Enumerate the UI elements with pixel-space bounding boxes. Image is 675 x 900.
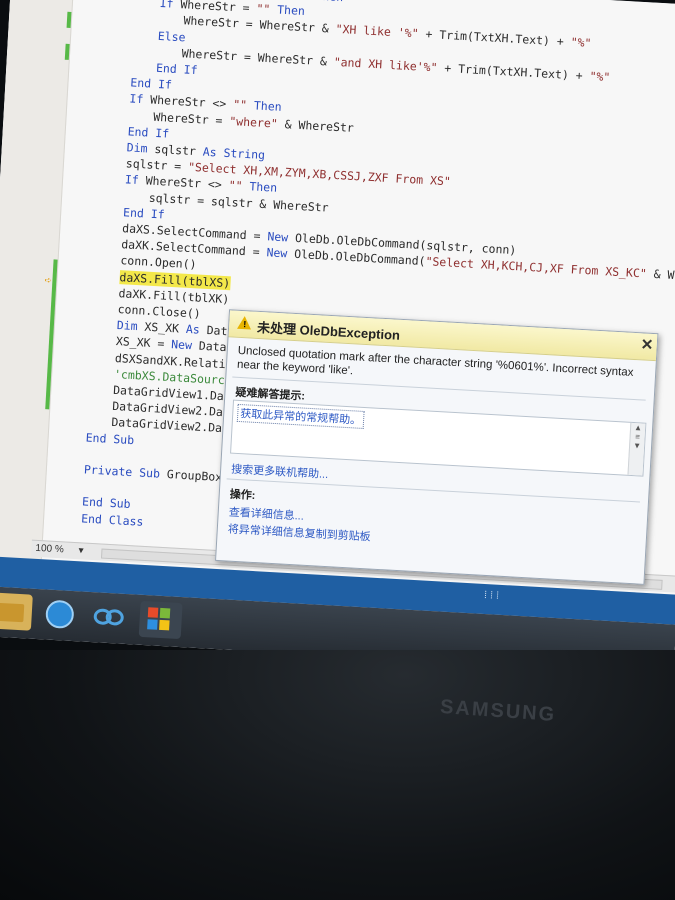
- tips-scrollbar[interactable]: ▲ ≡ ▼: [627, 422, 646, 476]
- monitor-screen: ➪ If Trim(TxtXH.Text) <> "" ThenIf Where…: [0, 0, 675, 675]
- divider: [226, 478, 641, 503]
- code-keyword: End If: [127, 124, 170, 141]
- code-string: "and XH like'%": [333, 54, 438, 75]
- code-token: & WH: [653, 267, 675, 283]
- code-token: XS_XK =: [115, 334, 172, 352]
- code-keyword: Else: [157, 28, 186, 44]
- code-keyword: End If: [122, 205, 166, 222]
- code-keyword: End If: [155, 60, 198, 78]
- code-keyword: End Sub: [81, 494, 131, 512]
- code-token: + Trim(TxtXH.Text) +: [437, 60, 590, 83]
- code-keyword: End Sub: [85, 430, 135, 447]
- code-string: "%": [589, 68, 611, 84]
- warning-icon-mark: !: [243, 319, 247, 330]
- code-string: "": [232, 97, 248, 113]
- copy-exception-link[interactable]: 将异常详细信息复制到剪贴板: [227, 521, 371, 545]
- code-keyword: Dim: [126, 140, 155, 156]
- code-token: WhereStr = WhereStr &: [181, 46, 335, 69]
- sync-app-icon[interactable]: [37, 595, 81, 633]
- code-token: & WhereStr: [277, 116, 355, 135]
- code-token: + Trim(TxtXH.Text) +: [418, 26, 572, 50]
- code-line[interactable]: WhereStr = WhereStr & "XH like '%" + Tri…: [183, 13, 592, 52]
- code-token: sqlstr = sqlstr & WhereStr: [148, 190, 329, 215]
- actions-heading: 操作:: [229, 488, 256, 503]
- code-keyword: If: [124, 172, 147, 188]
- exception-dialog: ! 未处理 OleDbException ✕ Unclosed quotatio…: [215, 309, 659, 585]
- code-line[interactable]: Private Sub GroupBox1_: [83, 461, 237, 485]
- code-keyword: Dim: [116, 318, 145, 334]
- code-keyword: New: [266, 245, 295, 261]
- code-keyword: New: [170, 337, 200, 354]
- code-keyword: If: [129, 91, 151, 107]
- code-string: "where": [229, 113, 279, 131]
- dialog-title: 未处理 OleDbException: [256, 319, 401, 343]
- close-icon[interactable]: ✕: [640, 335, 654, 354]
- code-string: "Select XH,KCH,CJ,XF From XS_KC": [425, 254, 648, 281]
- zoom-dropdown-icon[interactable]: ▾: [78, 545, 84, 556]
- code-keyword: If: [159, 0, 181, 12]
- general-help-link[interactable]: 获取此异常的常规帮助。: [236, 403, 365, 429]
- monitor-bezel: [0, 650, 675, 900]
- code-keyword: End Class: [80, 510, 144, 529]
- zoom-level[interactable]: 100 % ▾: [35, 541, 84, 560]
- code-line[interactable]: [84, 445, 85, 461]
- code-line[interactable]: Else: [157, 27, 186, 45]
- code-string: "XH like '%": [335, 22, 419, 41]
- code-keyword: As: [185, 322, 208, 338]
- code-token: sqlstr: [154, 141, 204, 159]
- code-line[interactable]: WhereStr = WhereStr & "and XH like'%" + …: [181, 45, 611, 85]
- code-string: "": [228, 178, 243, 194]
- code-keyword: Private Sub: [83, 462, 168, 482]
- code-line[interactable]: End Class: [81, 510, 144, 529]
- code-line[interactable]: [83, 478, 84, 494]
- code-keyword: Then: [308, 0, 343, 4]
- code-keyword: New: [267, 229, 296, 245]
- code-line[interactable]: End Sub: [85, 429, 134, 448]
- code-token: XS_XK: [144, 319, 187, 337]
- code-keyword: Then: [269, 2, 306, 19]
- code-keyword: Then: [246, 98, 282, 115]
- code-string: "%": [570, 35, 592, 51]
- office-icon[interactable]: [138, 600, 183, 640]
- splitter-grip-icon[interactable]: ⁞⁞⁞: [482, 590, 501, 603]
- file-manager-icon[interactable]: [0, 592, 33, 631]
- code-string: "": [256, 1, 271, 17]
- code-keyword: End If: [129, 75, 173, 92]
- visual-studio-icon[interactable]: [87, 598, 131, 636]
- code-token: WhereStr = WhereStr &: [183, 13, 337, 37]
- code-keyword: Then: [242, 179, 278, 196]
